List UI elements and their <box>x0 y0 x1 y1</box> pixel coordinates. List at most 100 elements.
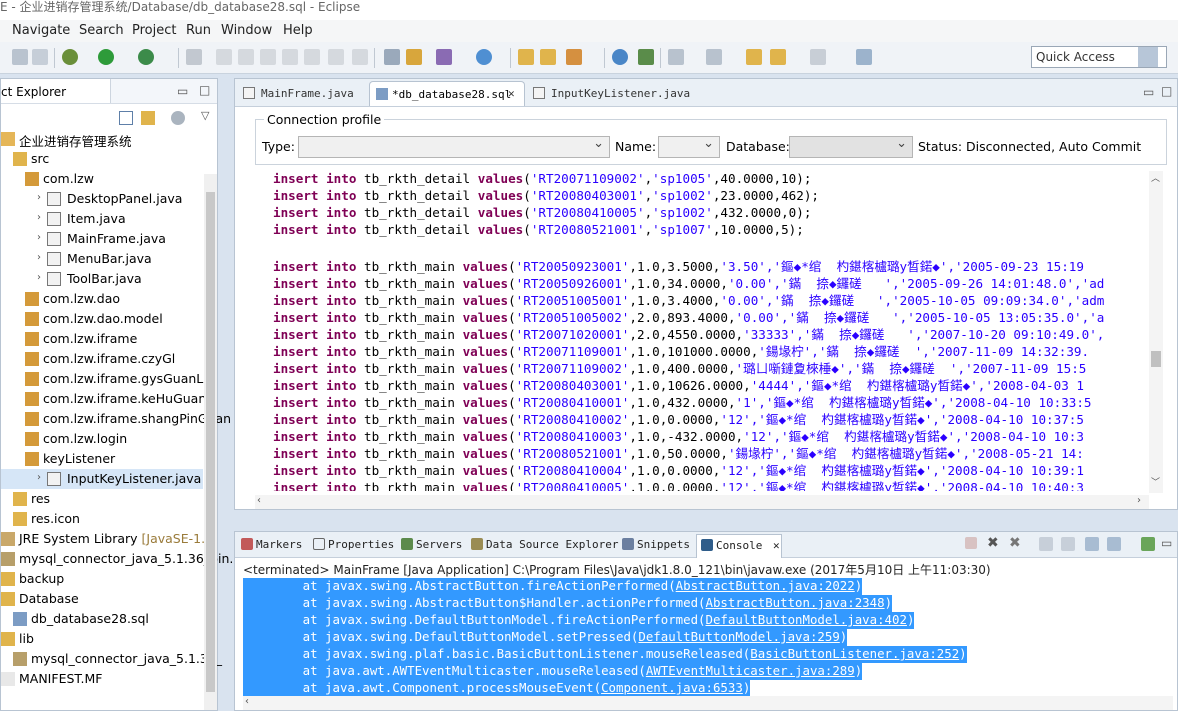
step-into-icon[interactable] <box>304 49 320 65</box>
open-folder-icon[interactable] <box>540 49 556 65</box>
chevron-right-icon[interactable]: › <box>37 272 47 284</box>
menu-navigate[interactable]: Navigate <box>12 23 70 38</box>
step-return-icon[interactable] <box>352 49 368 65</box>
skip-breakpoints-icon[interactable] <box>186 49 202 65</box>
stack-trace-link[interactable]: AbstractButton.java:2348 <box>706 595 885 610</box>
editor-vertical-scrollbar[interactable]: ︿ ﹀ <box>1149 171 1163 493</box>
scroll-up-icon[interactable]: ︿ <box>1151 171 1160 184</box>
chevron-right-icon[interactable]: › <box>37 232 47 244</box>
tab-properties[interactable]: Properties <box>313 538 394 551</box>
stack-trace-link[interactable]: BasicButtonListener.java:252 <box>750 646 959 661</box>
last-edit-location-icon[interactable] <box>746 49 762 65</box>
tab-inputkeylistener-java[interactable]: InputKeyListener.java <box>531 81 691 106</box>
scroll-right-icon[interactable]: › <box>1137 495 1141 506</box>
pin-editor-icon[interactable] <box>856 49 872 65</box>
menu-help[interactable]: Help <box>283 23 313 38</box>
tree-item[interactable]: com.lzw.dao.model <box>1 309 203 329</box>
chevron-right-icon[interactable]: › <box>37 192 47 204</box>
tree-item[interactable]: mysql_connector_java_5.1.36_ <box>1 649 222 669</box>
remove-all-icon[interactable]: ✖ <box>1009 535 1021 551</box>
close-icon[interactable]: ✕ <box>508 87 515 100</box>
tree-item[interactable]: com.lzw.iframe.czyGl <box>1 349 203 369</box>
tree-item[interactable]: 企业进销存管理系统 <box>1 129 203 149</box>
chevron-down-icon[interactable]: ▽ <box>201 109 209 122</box>
menu-search[interactable]: Search <box>79 23 124 38</box>
name-combo[interactable] <box>658 136 720 158</box>
scroll-left-icon[interactable]: ‹ <box>245 696 249 707</box>
tree-item[interactable]: res.icon <box>1 509 203 529</box>
drop-to-frame-icon[interactable] <box>384 49 400 65</box>
tree-item[interactable]: › ToolBar.java <box>1 269 203 289</box>
tree-item[interactable]: lib <box>1 629 203 649</box>
close-icon[interactable]: ✕ <box>773 539 780 552</box>
tree-item[interactable]: com.lzw.dao <box>1 289 203 309</box>
tab-markers[interactable]: Markers <box>241 538 302 551</box>
chevron-right-icon[interactable]: › <box>37 472 47 484</box>
explorer-scrollbar[interactable] <box>204 174 217 710</box>
tree-item[interactable]: › Item.java <box>1 209 203 229</box>
external-tools-icon[interactable] <box>138 49 154 65</box>
suspend-icon[interactable] <box>238 49 254 65</box>
forward-icon[interactable] <box>810 49 826 65</box>
menu-window[interactable]: Window <box>221 23 272 38</box>
tree-item[interactable]: › MenuBar.java <box>1 249 203 269</box>
perspective-java-icon[interactable] <box>1138 47 1158 67</box>
debug-icon[interactable] <box>62 49 78 65</box>
chevron-right-icon[interactable]: › <box>37 212 47 224</box>
menu-run[interactable]: Run <box>186 23 211 38</box>
back-icon[interactable] <box>770 49 786 65</box>
tree-item[interactable]: JRE System Library [JavaSE-1.6] <box>1 529 218 549</box>
menu-project[interactable]: Project <box>132 23 176 38</box>
minimize-icon[interactable]: ▭ <box>177 84 188 98</box>
toggle-mark-icon[interactable] <box>638 49 654 65</box>
editor-scroll-thumb[interactable] <box>1151 351 1161 367</box>
tree-item[interactable]: com.lzw.iframe.shangPinGuan <box>1 409 231 429</box>
tree-item[interactable]: › DesktopPanel.java <box>1 189 203 209</box>
display-console-icon[interactable] <box>1107 537 1121 551</box>
tree-item[interactable]: com.lzw <box>1 169 203 189</box>
next-annotation-icon[interactable] <box>668 49 684 65</box>
terminate-icon[interactable] <box>260 49 276 65</box>
resume-icon[interactable] <box>216 49 232 65</box>
tree-item[interactable]: mysql_connector_java_5.1.36_bin. <box>1 549 233 569</box>
run-icon[interactable] <box>98 49 114 65</box>
terminate-icon[interactable] <box>965 537 977 549</box>
pin-console-icon[interactable] <box>1085 537 1099 551</box>
previous-annotation-icon[interactable] <box>706 49 722 65</box>
stack-trace-link[interactable]: AWTEventMulticaster.java:289 <box>646 663 855 678</box>
use-step-filters-icon[interactable] <box>406 49 422 65</box>
scroll-down-icon[interactable]: ﹀ <box>1151 475 1160 488</box>
tree-item[interactable]: › MainFrame.java <box>1 229 203 249</box>
tree-item[interactable]: keyListener <box>1 449 203 469</box>
link-with-editor-icon[interactable] <box>141 111 155 125</box>
type-combo[interactable] <box>298 136 610 158</box>
tab-mainframe-java[interactable]: MainFrame.java <box>241 81 363 106</box>
tree-item[interactable]: backup <box>1 569 203 589</box>
stack-trace-link[interactable]: DefaultButtonModel.java:259 <box>638 629 839 644</box>
new-java-project-icon[interactable] <box>436 49 452 65</box>
new-class-icon[interactable] <box>476 49 492 65</box>
tree-item[interactable]: Database <box>1 589 203 609</box>
search-icon[interactable] <box>566 49 582 65</box>
collapse-all-icon[interactable] <box>119 111 133 125</box>
minimize-icon[interactable]: ▭ <box>1161 536 1172 550</box>
stack-trace-link[interactable]: Component.java:6533 <box>601 680 743 695</box>
stack-trace-link[interactable]: AbstractButton.java:2022 <box>676 578 855 593</box>
editor-horizontal-scrollbar[interactable]: ‹ › <box>255 495 1149 509</box>
tree-item[interactable]: db_database28.sql <box>1 609 203 629</box>
stack-trace-link[interactable]: DefaultButtonModel.java:402 <box>706 612 907 627</box>
tree-item[interactable]: com.lzw.login <box>1 429 203 449</box>
step-over-icon[interactable] <box>328 49 344 65</box>
minimize-icon[interactable]: ▭ <box>1143 85 1154 99</box>
tree-item[interactable]: com.lzw.iframe.gysGuanLi <box>1 369 207 389</box>
chevron-right-icon[interactable]: › <box>37 252 47 264</box>
save-icon[interactable] <box>12 49 28 65</box>
disconnect-icon[interactable] <box>282 49 298 65</box>
clear-console-icon[interactable] <box>1039 537 1053 551</box>
tab-servers[interactable]: Servers <box>401 538 462 551</box>
scroll-left-icon[interactable]: ‹ <box>257 495 261 506</box>
print-icon[interactable] <box>32 49 48 65</box>
tree-item[interactable]: › InputKeyListener.java <box>1 469 203 489</box>
maximize-icon[interactable]: □ <box>1161 84 1172 98</box>
tree-item[interactable]: com.lzw.iframe.keHuGuanLi <box>1 389 217 409</box>
